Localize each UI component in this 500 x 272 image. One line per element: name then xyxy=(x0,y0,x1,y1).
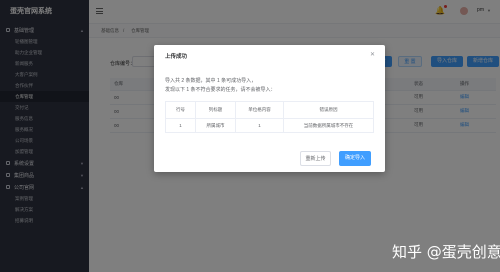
table-cell: 所属城市 xyxy=(195,118,236,133)
column-header: 错误原因 xyxy=(283,101,374,119)
dialog-title: 上传成功 xyxy=(165,54,188,60)
close-icon[interactable]: ✕ xyxy=(370,51,375,58)
table-cell: 1 xyxy=(165,118,196,133)
dialog-message-line: 发现以下 1 条不符合要求的任务，请不会被导入： xyxy=(165,87,276,93)
column-header: 行号 xyxy=(165,101,196,119)
confirm-import-button[interactable]: 确定导入 xyxy=(339,151,371,166)
error-table-header: 行号 列标题 单位格内容 错误原因 xyxy=(165,101,374,119)
error-table: 行号 列标题 单位格内容 错误原因 1 所属城市 1 当前数据所属城市不存在 xyxy=(165,101,374,133)
table-cell: 1 xyxy=(235,118,284,133)
table-cell: 当前数据所属城市不存在 xyxy=(283,118,374,133)
dialog-message-line: 导入共 2 条数据，其中 1 条可成功导入， xyxy=(165,78,257,84)
column-header: 单位格内容 xyxy=(235,101,284,119)
column-header: 列标题 xyxy=(195,101,236,119)
app-root: 蛋壳官网系统 基础管理 ▲ 轮播图管理 助力企业管理 新闻服务 大客户案例 合作… xyxy=(0,0,500,272)
watermark: 知乎 @蛋壳创意 xyxy=(392,243,500,261)
table-row: 1 所属城市 1 当前数据所属城市不存在 xyxy=(165,118,374,133)
upload-result-dialog: 上传成功 ✕ 导入共 2 条数据，其中 1 条可成功导入， 发现以下 1 条不符… xyxy=(154,45,385,172)
reupload-button[interactable]: 重新上传 xyxy=(300,151,331,166)
